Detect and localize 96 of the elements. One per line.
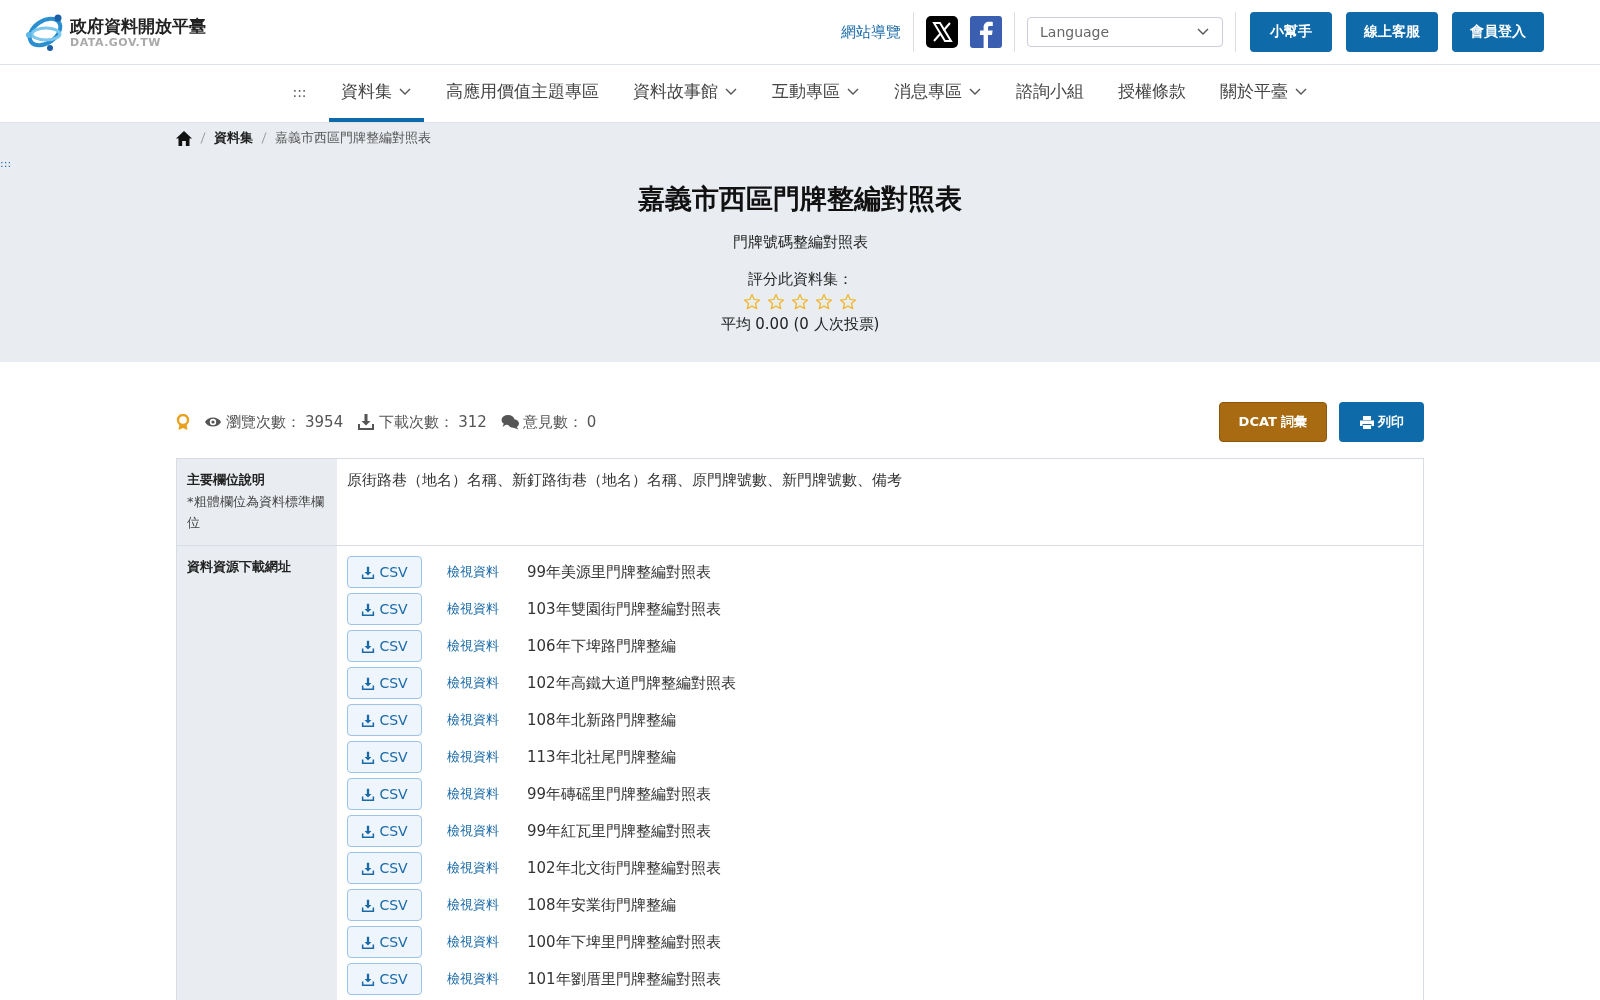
resource-name: 99年美源里門牌整編對照表 (527, 562, 712, 582)
breadcrumb-separator-icon (200, 132, 206, 144)
csv-download-button[interactable]: CSV (347, 815, 422, 847)
language-select[interactable]: Language (1027, 17, 1223, 47)
resource-name: 108年北新路門牌整編 (527, 710, 676, 730)
resource-name: 103年雙園街門牌整編對照表 (527, 599, 721, 619)
star-icon[interactable] (839, 293, 857, 311)
download-icon (361, 972, 376, 986)
resource-name: 99年磚磘里門牌整編對照表 (527, 784, 712, 804)
download-icon (361, 750, 376, 764)
csv-download-button[interactable]: CSV (347, 667, 422, 699)
field-list: 原街路巷（地名）名稱、新釘路街巷（地名）名稱、原門牌號數、新門牌號數、備考 (347, 471, 1413, 490)
star-icon[interactable] (767, 293, 785, 311)
nav-tab[interactable]: 諮詢小組 (1003, 65, 1096, 122)
view-data-link[interactable]: 檢視資料 (447, 637, 527, 655)
download-icon (361, 898, 376, 912)
dataset-subtitle: 門牌號碼整編對照表 (732, 233, 868, 252)
breadcrumb-separator-icon (261, 132, 267, 144)
stat-value: 3954 (305, 413, 344, 431)
breadcrumb-link[interactable]: 資料集 (214, 129, 253, 147)
download-icon (357, 413, 376, 431)
comments-icon (500, 413, 519, 431)
nav-tab[interactable]: 授權條款 (1105, 65, 1198, 122)
dataset-title: 嘉義市西區門牌整編對照表 (638, 182, 962, 216)
csv-download-button[interactable]: CSV (347, 852, 422, 884)
breadcrumb-current: 嘉義市西區門牌整編對照表 (275, 129, 431, 147)
csv-download-button[interactable]: CSV (347, 704, 422, 736)
printer-icon (1359, 415, 1374, 429)
rating-average: 平均 0.00 (0 人次投票) (720, 315, 880, 334)
view-data-link[interactable]: 檢視資料 (447, 896, 527, 914)
download-icon (361, 861, 376, 875)
field-label: 主要欄位說明 (187, 471, 266, 489)
nav-tab[interactable]: 關於平臺 (1207, 65, 1320, 122)
csv-download-button[interactable]: CSV (347, 963, 422, 995)
resource-name: 101年劉厝里門牌整編對照表 (527, 969, 721, 989)
csv-download-button[interactable]: CSV (347, 556, 422, 588)
view-data-link[interactable]: 檢視資料 (447, 711, 527, 729)
site-title: 政府資料開放平臺 (70, 15, 206, 36)
view-data-link[interactable]: 檢視資料 (447, 748, 527, 766)
home-icon[interactable] (176, 130, 192, 146)
download-icon (361, 935, 376, 949)
view-data-link[interactable]: 檢視資料 (447, 970, 527, 988)
resource-name: 106年下埤路門牌整編 (527, 636, 676, 656)
view-data-link[interactable]: 檢視資料 (447, 822, 527, 840)
field-note: *粗體欄位為資料標準欄位 (187, 493, 325, 532)
dcat-button[interactable]: DCAT 詞彙 (1219, 402, 1327, 442)
view-data-link[interactable]: 檢視資料 (447, 785, 527, 803)
header-button[interactable]: 會員登入 (1452, 12, 1544, 52)
field-label: 資料資源下載網址 (187, 558, 292, 576)
resource-name: 102年高鐵大道門牌整編對照表 (527, 673, 736, 693)
view-data-link[interactable]: 檢視資料 (447, 933, 527, 951)
csv-download-button[interactable]: CSV (347, 889, 422, 921)
resource-name: 108年安業街門牌整編 (527, 895, 676, 915)
award-icon (176, 413, 190, 431)
csv-download-button[interactable]: CSV (347, 778, 422, 810)
stat-value: 0 (586, 413, 597, 431)
nav-tab[interactable]: 消息專區 (881, 65, 994, 122)
stat-label: 瀏覽次數： (226, 412, 301, 432)
stat-label: 下載次數： (379, 412, 455, 432)
resource-name: 102年北文街門牌整編對照表 (527, 858, 721, 878)
stat-value: 312 (458, 413, 487, 431)
site-domain: DATA.GOV.TW (70, 35, 162, 49)
view-data-link[interactable]: 檢視資料 (447, 859, 527, 877)
x-social-icon[interactable] (926, 16, 958, 48)
header-button[interactable]: 小幫手 (1250, 12, 1332, 52)
download-icon (361, 787, 376, 801)
csv-download-button[interactable]: CSV (347, 741, 422, 773)
header-button[interactable]: 線上客服 (1346, 12, 1438, 52)
resource-name: 113年北社尾門牌整編 (527, 747, 676, 767)
download-icon (361, 639, 376, 653)
download-icon (361, 824, 376, 838)
star-icon[interactable] (815, 293, 833, 311)
view-data-link[interactable]: 檢視資料 (447, 600, 527, 618)
rating-label: 評分此資料集： (747, 270, 853, 289)
accesskey-link[interactable]: ::: (0, 157, 12, 170)
print-button[interactable]: 列印 (1339, 402, 1424, 442)
csv-download-button[interactable]: CSV (347, 926, 422, 958)
view-data-link[interactable]: 檢視資料 (447, 563, 527, 581)
nav-tab[interactable]: 資料故事館 (620, 65, 750, 122)
star-icon[interactable] (791, 293, 809, 311)
nav-tab[interactable]: 高應用價值主題專區 (433, 65, 611, 122)
accesskey-link[interactable]: ::: (280, 65, 319, 122)
csv-download-button[interactable]: CSV (347, 630, 422, 662)
csv-download-button[interactable]: CSV (347, 593, 422, 625)
download-icon (361, 565, 376, 579)
sitemap-link[interactable]: 網站導覽 (841, 22, 901, 42)
nav-tab[interactable]: 互動專區 (759, 65, 872, 122)
facebook-icon[interactable] (970, 16, 1002, 48)
stat-label: 意見數： (522, 412, 583, 432)
star-icon[interactable] (743, 293, 761, 311)
resource-name: 99年紅瓦里門牌整編對照表 (527, 821, 712, 841)
download-icon (361, 602, 376, 616)
download-icon (361, 676, 376, 690)
resource-name: 100年下埤里門牌整編對照表 (527, 932, 721, 952)
view-data-link[interactable]: 檢視資料 (447, 674, 527, 692)
download-icon (361, 713, 376, 727)
